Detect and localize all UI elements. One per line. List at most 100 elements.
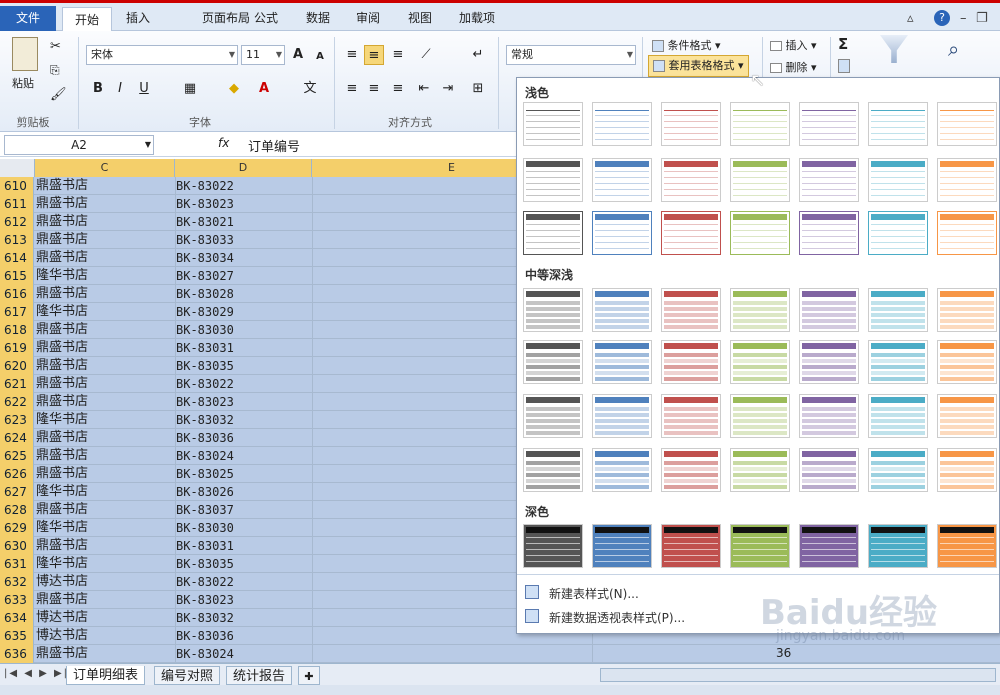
table-style-swatch[interactable]: [937, 340, 997, 384]
select-all-corner[interactable]: [0, 159, 35, 177]
table-style-swatch[interactable]: [592, 288, 652, 332]
sheet-tab-orders[interactable]: 订单明细表: [66, 666, 146, 685]
cell-store[interactable]: 鼎盛书店: [36, 357, 88, 375]
table-style-swatch[interactable]: [730, 448, 790, 492]
cell-store[interactable]: 鼎盛书店: [36, 195, 88, 213]
table-style-swatch[interactable]: [937, 102, 997, 146]
row-header[interactable]: 620: [0, 357, 34, 375]
table-style-swatch[interactable]: [937, 524, 997, 568]
cell-store[interactable]: 鼎盛书店: [36, 447, 88, 465]
row-header[interactable]: 633: [0, 591, 34, 609]
cell-order-id[interactable]: BK-83032: [176, 411, 234, 429]
insert-cells-button[interactable]: 插入 ▾: [770, 37, 817, 53]
table-style-swatch[interactable]: [661, 524, 721, 568]
cell-store[interactable]: 鼎盛书店: [36, 429, 88, 447]
table-style-swatch[interactable]: [868, 340, 928, 384]
cell-order-id[interactable]: BK-83035: [176, 555, 234, 573]
column-header-c[interactable]: C: [35, 159, 175, 177]
row-header[interactable]: 629: [0, 519, 34, 537]
conditional-format-button[interactable]: 条件格式 ▾: [652, 37, 721, 53]
align-left-icon[interactable]: ≡: [342, 79, 362, 99]
row-header[interactable]: 616: [0, 285, 34, 303]
italic-button[interactable]: I: [110, 79, 130, 99]
table-style-swatch[interactable]: [868, 288, 928, 332]
cell-store[interactable]: 鼎盛书店: [36, 465, 88, 483]
table-style-swatch[interactable]: [730, 524, 790, 568]
cell-order-id[interactable]: BK-83022: [176, 177, 234, 195]
row-header[interactable]: 628: [0, 501, 34, 519]
row-header[interactable]: 635: [0, 627, 34, 645]
table-style-swatch[interactable]: [661, 211, 721, 255]
table-style-swatch[interactable]: [661, 340, 721, 384]
table-style-swatch[interactable]: [799, 394, 859, 438]
formula-input[interactable]: 订单编号: [248, 136, 300, 155]
align-bottom-icon[interactable]: ≡: [388, 45, 408, 65]
cell-order-id[interactable]: BK-83022: [176, 573, 234, 591]
table-style-swatch[interactable]: [592, 340, 652, 384]
row-header[interactable]: 624: [0, 429, 34, 447]
row-header[interactable]: 618: [0, 321, 34, 339]
table-style-swatch[interactable]: [523, 288, 583, 332]
cell-store[interactable]: 鼎盛书店: [36, 393, 88, 411]
cell-order-id[interactable]: BK-83036: [176, 429, 234, 447]
row-header[interactable]: 613: [0, 231, 34, 249]
row-header[interactable]: 621: [0, 375, 34, 393]
cell-order-id[interactable]: BK-83032: [176, 609, 234, 627]
table-style-swatch[interactable]: [661, 102, 721, 146]
table-style-swatch[interactable]: [799, 211, 859, 255]
autosum-icon[interactable]: Σ: [838, 35, 848, 53]
row-header[interactable]: 622: [0, 393, 34, 411]
table-style-swatch[interactable]: [937, 394, 997, 438]
tab-insert[interactable]: 插入: [118, 6, 158, 31]
grow-font-button[interactable]: A: [288, 45, 308, 65]
row-header[interactable]: 630: [0, 537, 34, 555]
cell-store[interactable]: 博达书店: [36, 627, 88, 645]
tab-review[interactable]: 审阅: [348, 6, 388, 31]
cell-store[interactable]: 鼎盛书店: [36, 537, 88, 555]
shrink-font-button[interactable]: A: [310, 47, 330, 67]
table-style-swatch[interactable]: [661, 288, 721, 332]
sheet-nav-arrows[interactable]: |◀ ◀ ▶ ▶|: [4, 668, 69, 679]
cell-order-id[interactable]: BK-83023: [176, 591, 234, 609]
table-style-swatch[interactable]: [799, 288, 859, 332]
paste-icon[interactable]: [12, 37, 38, 71]
format-painter-icon[interactable]: 🖌: [50, 87, 67, 102]
table-style-swatch[interactable]: [523, 211, 583, 255]
cell-order-id[interactable]: BK-83027: [176, 267, 234, 285]
cell-order-id[interactable]: BK-83030: [176, 519, 234, 537]
cell-store[interactable]: 鼎盛书店: [36, 249, 88, 267]
cell-order-id[interactable]: BK-83023: [176, 393, 234, 411]
table-row[interactable]: 636 鼎盛书店 BK-83024: [0, 645, 1000, 663]
font-name-select[interactable]: 宋体 ▼: [86, 45, 238, 65]
row-header[interactable]: 617: [0, 303, 34, 321]
row-header[interactable]: 611: [0, 195, 34, 213]
tab-data[interactable]: 数据: [298, 6, 338, 31]
increase-indent-icon[interactable]: ⇥: [438, 79, 458, 99]
align-middle-icon[interactable]: ≡: [364, 45, 384, 65]
table-style-swatch[interactable]: [661, 394, 721, 438]
table-style-swatch[interactable]: [868, 448, 928, 492]
table-style-swatch[interactable]: [937, 288, 997, 332]
cell-store[interactable]: 鼎盛书店: [36, 321, 88, 339]
cell-order-id[interactable]: BK-83024: [176, 645, 234, 663]
table-style-swatch[interactable]: [592, 448, 652, 492]
table-style-swatch[interactable]: [592, 102, 652, 146]
merge-icon[interactable]: ⊞: [468, 79, 488, 99]
table-style-swatch[interactable]: [937, 211, 997, 255]
table-style-swatch[interactable]: [592, 394, 652, 438]
cell-order-id[interactable]: BK-83030: [176, 321, 234, 339]
orientation-icon[interactable]: ⟋: [416, 45, 436, 65]
cut-icon[interactable]: ✂: [50, 39, 61, 54]
tab-view[interactable]: 视图: [400, 6, 440, 31]
cell-store[interactable]: 隆华书店: [36, 303, 88, 321]
cell-store[interactable]: 鼎盛书店: [36, 177, 88, 195]
sheet-tab-report[interactable]: 统计报告: [226, 666, 293, 685]
table-style-swatch[interactable]: [799, 448, 859, 492]
cell-store[interactable]: 鼎盛书店: [36, 339, 88, 357]
cell-order-id[interactable]: BK-83024: [176, 447, 234, 465]
row-header[interactable]: 625: [0, 447, 34, 465]
tab-formulas[interactable]: 公式: [246, 6, 286, 31]
sheet-tab-codes[interactable]: 编号对照: [154, 666, 221, 685]
wrap-text-icon[interactable]: ↵: [468, 45, 488, 65]
row-header[interactable]: 614: [0, 249, 34, 267]
